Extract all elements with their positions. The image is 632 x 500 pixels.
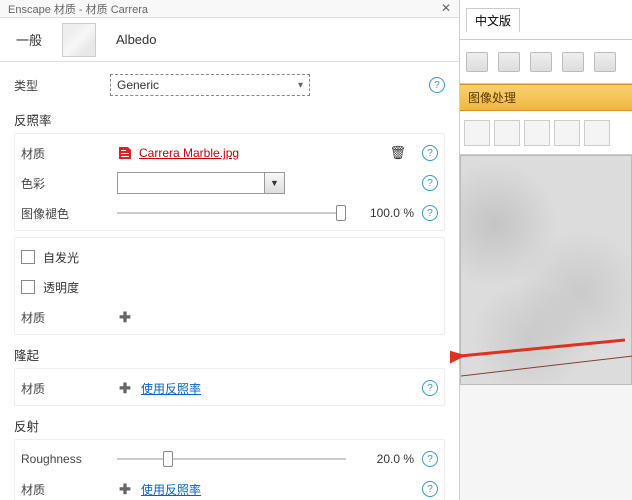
type-value: Generic <box>117 78 159 92</box>
viewport-marble-preview <box>460 155 632 385</box>
trash-icon[interactable]: 🗑 <box>389 145 406 161</box>
albedo-section-title: 反照率 <box>14 110 445 129</box>
extra-group: 自发光 透明度 材质 ✚ <box>14 237 445 335</box>
chevron-down-icon: ▾ <box>298 80 303 91</box>
help-icon[interactable]: ? <box>422 481 438 497</box>
reflection-section-title: 反射 <box>14 416 445 435</box>
camera-icon[interactable] <box>530 52 552 72</box>
reflection-group: Roughness 20.0 % ? 材质 ✚ 使用反照率 ? Metallic <box>14 439 445 500</box>
sketchup-file-icon <box>117 145 133 161</box>
material-editor-panel: Enscape 材质 - 材质 Carrera ✕ 一般 Albedo 类型 G… <box>0 0 460 500</box>
emissive-label: 自发光 <box>43 249 79 266</box>
albedo-texture-link[interactable]: Carrera Marble.jpg <box>139 146 239 160</box>
help-icon[interactable]: ? <box>422 380 438 396</box>
close-icon[interactable]: ✕ <box>441 1 451 15</box>
plus-icon[interactable]: ✚ <box>117 481 133 497</box>
transparency-checkbox[interactable] <box>21 280 35 294</box>
color-label: 色彩 <box>21 175 109 192</box>
tint-value: 100.0 % <box>356 206 414 220</box>
host-toolbar <box>460 40 632 84</box>
host-tab-chinese[interactable]: 中文版 <box>466 8 520 32</box>
help-icon[interactable]: ? <box>422 205 438 221</box>
bump-material-label: 材质 <box>21 380 109 397</box>
help-icon[interactable]: ? <box>422 451 438 467</box>
tab-general[interactable]: 一般 <box>10 26 48 53</box>
material2-label: 材质 <box>21 309 109 326</box>
tint-label: 图像褪色 <box>21 205 109 222</box>
material-thumbnail[interactable] <box>62 23 96 57</box>
reflection-material-label: 材质 <box>21 481 109 498</box>
panel-titlebar: Enscape 材质 - 材质 Carrera ✕ <box>0 0 459 18</box>
bump-section-title: 隆起 <box>14 345 445 364</box>
host-toolbar-2 <box>460 111 632 155</box>
tool-4-icon[interactable] <box>554 120 580 146</box>
host-section-header: 图像处理 <box>460 84 632 111</box>
bump-use-albedo-link[interactable]: 使用反照率 <box>141 380 201 397</box>
print-icon[interactable] <box>466 52 488 72</box>
tool-5-icon[interactable] <box>584 120 610 146</box>
host-app-background: 中文版 图像处理 <box>460 0 632 500</box>
color-swatch <box>118 173 264 193</box>
reflection-use-albedo-link[interactable]: 使用反照率 <box>141 481 201 498</box>
color-picker[interactable]: ▼ <box>117 172 285 194</box>
help-icon[interactable]: ? <box>422 175 438 191</box>
transparency-label: 透明度 <box>43 279 79 296</box>
add-icon[interactable] <box>594 52 616 72</box>
tool-1-icon[interactable] <box>464 120 490 146</box>
tool-2-icon[interactable] <box>494 120 520 146</box>
plus-icon[interactable]: ✚ <box>117 309 133 325</box>
roughness-value: 20.0 % <box>356 452 414 466</box>
help-icon[interactable]: ? <box>429 77 445 93</box>
albedo-material-label: 材质 <box>21 145 109 162</box>
tab-albedo[interactable]: Albedo <box>110 28 162 51</box>
chevron-down-icon[interactable]: ▼ <box>264 173 284 193</box>
host-tabbar: 中文版 <box>460 0 632 40</box>
bump-group: 材质 ✚ 使用反照率 ? <box>14 368 445 406</box>
type-label: 类型 <box>14 77 102 94</box>
export-icon[interactable] <box>498 52 520 72</box>
roughness-label: Roughness <box>21 452 109 466</box>
roughness-slider[interactable] <box>117 451 346 467</box>
tool-3-icon[interactable] <box>524 120 550 146</box>
panel-title: Enscape 材质 - 材质 Carrera <box>8 1 148 17</box>
emissive-checkbox[interactable] <box>21 250 35 264</box>
cloud-icon[interactable] <box>562 52 584 72</box>
type-dropdown[interactable]: Generic ▾ <box>110 74 310 96</box>
panel-tabs: 一般 Albedo <box>0 18 459 62</box>
help-icon[interactable]: ? <box>422 145 438 161</box>
plus-icon[interactable]: ✚ <box>117 380 133 396</box>
albedo-group: 材质 Carrera Marble.jpg 🗑 ? 色彩 ▼ <box>14 133 445 231</box>
tint-slider[interactable] <box>117 205 346 221</box>
panel-body: 类型 Generic ▾ ? 反照率 材质 Carrera Marble.jpg… <box>0 62 459 500</box>
